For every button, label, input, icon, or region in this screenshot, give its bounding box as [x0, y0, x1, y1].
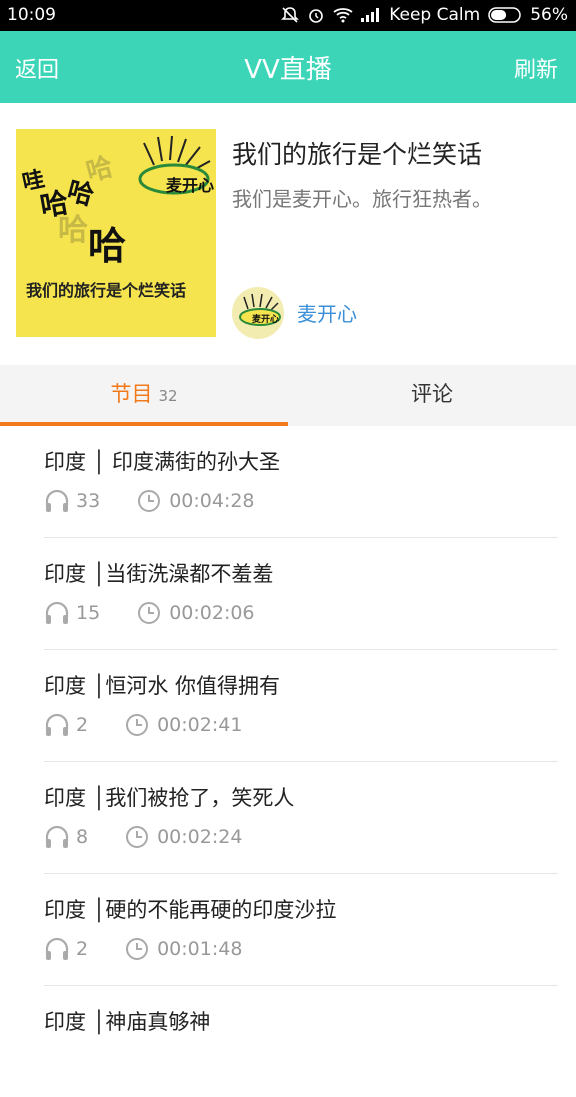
clock-icon: [138, 490, 161, 512]
refresh-button[interactable]: 刷新: [514, 52, 558, 84]
battery-indicator: 56%: [488, 5, 568, 25]
tab-programs-label: 节目: [110, 382, 153, 406]
album-title: 我们的旅行是个烂笑话: [232, 140, 483, 169]
tab-bar: 节目 32 评论: [0, 365, 576, 426]
duration-value: 00:02:41: [157, 714, 243, 736]
program-title: 印度 │当街洗澡都不羞羞: [44, 562, 274, 586]
app-header: 返回 VV直播 刷新: [0, 31, 576, 103]
clock-icon: [126, 938, 149, 960]
tab-programs-count: 32: [158, 387, 178, 405]
program-meta: 33 00:04:28: [44, 488, 255, 514]
program-title: 印度 │硬的不能再硬的印度沙拉: [44, 898, 337, 922]
author-name[interactable]: 麦开心: [297, 298, 357, 327]
cover-caption: 我们的旅行是个烂笑话: [26, 281, 187, 300]
play-count: 15: [44, 601, 100, 625]
battery-percent: 56%: [530, 5, 568, 25]
duration-value: 00:04:28: [169, 490, 255, 512]
status-bar: 10:09 Keep Calm 56%: [0, 0, 576, 31]
list-item[interactable]: 印度 │神庙真够神: [44, 986, 558, 1097]
avatar-logo-text: 麦开心: [252, 313, 279, 325]
program-meta: 2 00:01:48: [44, 936, 242, 962]
list-item[interactable]: 印度 │硬的不能再硬的印度沙拉 2 00:01:48: [44, 874, 558, 986]
play-count-value: 8: [76, 826, 89, 848]
play-count-value: 2: [76, 714, 89, 736]
duration: 00:02:06: [137, 601, 255, 625]
mute-icon: [281, 6, 300, 24]
list-item[interactable]: 印度 │恒河水 你值得拥有 2 00:02:41: [44, 650, 558, 762]
program-meta: 15 00:02:06: [44, 600, 255, 626]
duration: 00:01:48: [125, 937, 242, 961]
album-cover: 哈 哈 哇 哈 哈 哈 麦开心 我们的旅行是个烂笑话: [16, 129, 216, 337]
sunflower-logo: 麦开心: [138, 135, 214, 195]
program-list: 印度 │ 印度满街的孙大圣 33 00:04:28 印度 │当街洗澡都不羞羞 1…: [0, 426, 576, 1097]
program-title: 印度 │神庙真够神: [44, 1010, 211, 1034]
headphones-icon: [45, 937, 69, 960]
play-count-value: 15: [76, 602, 101, 624]
duration: 00:02:41: [125, 713, 242, 737]
clock-icon: [126, 714, 149, 736]
cover-word: 哈: [88, 224, 127, 268]
headphones-icon: [45, 825, 69, 848]
wifi-icon: [333, 7, 353, 23]
duration-value: 00:02:06: [169, 602, 255, 624]
list-item[interactable]: 印度 │我们被抢了，笑死人 8 00:02:24: [44, 762, 558, 874]
battery-icon: [488, 7, 521, 23]
program-title: 印度 │ 印度满街的孙大圣: [44, 450, 280, 474]
duration: 00:02:24: [125, 825, 242, 849]
logo-text: 麦开心: [166, 176, 214, 195]
duration-value: 00:01:48: [157, 938, 243, 960]
album-info: 哈 哈 哇 哈 哈 哈 麦开心 我们的旅行是个烂笑话 我们的旅行是个烂笑话 我们…: [0, 103, 576, 365]
carrier-name: Keep Calm: [389, 5, 481, 25]
duration: 00:04:28: [137, 489, 255, 513]
play-count: 8: [44, 825, 88, 849]
play-count: 33: [44, 489, 100, 513]
cover-word: 哈: [63, 176, 97, 212]
headphones-icon: [45, 713, 69, 736]
play-count-value: 33: [76, 490, 101, 512]
duration-value: 00:02:24: [157, 826, 243, 848]
status-time: 10:09: [7, 5, 56, 25]
list-item[interactable]: 印度 │ 印度满街的孙大圣 33 00:04:28: [44, 426, 558, 538]
clock-icon: [126, 826, 149, 848]
sunflower-logo: 麦开心: [239, 293, 281, 326]
clock-icon: [138, 602, 161, 624]
tab-comments-label: 评论: [411, 382, 453, 406]
author-avatar[interactable]: 麦开心: [232, 287, 284, 339]
signal-icon: [361, 8, 381, 22]
page-title: VV直播: [244, 55, 332, 85]
back-button[interactable]: 返回: [15, 52, 59, 84]
headphones-icon: [45, 489, 69, 512]
headphones-icon: [45, 601, 69, 624]
program-title: 印度 │恒河水 你值得拥有: [44, 674, 280, 698]
list-item[interactable]: 印度 │当街洗澡都不羞羞 15 00:02:06: [44, 538, 558, 650]
play-count: 2: [44, 713, 88, 737]
program-meta: 2 00:02:41: [44, 712, 242, 738]
status-icons: Keep Calm 56%: [281, 5, 568, 25]
tab-programs[interactable]: 节目 32: [0, 365, 288, 426]
tab-comments[interactable]: 评论: [288, 365, 576, 426]
album-description: 我们是麦开心。旅行狂热者。: [232, 187, 492, 211]
play-count: 2: [44, 937, 88, 961]
program-title: 印度 │我们被抢了，笑死人: [44, 786, 295, 810]
program-meta: 8 00:02:24: [44, 824, 242, 850]
alarm-icon: [307, 6, 325, 24]
play-count-value: 2: [76, 938, 89, 960]
